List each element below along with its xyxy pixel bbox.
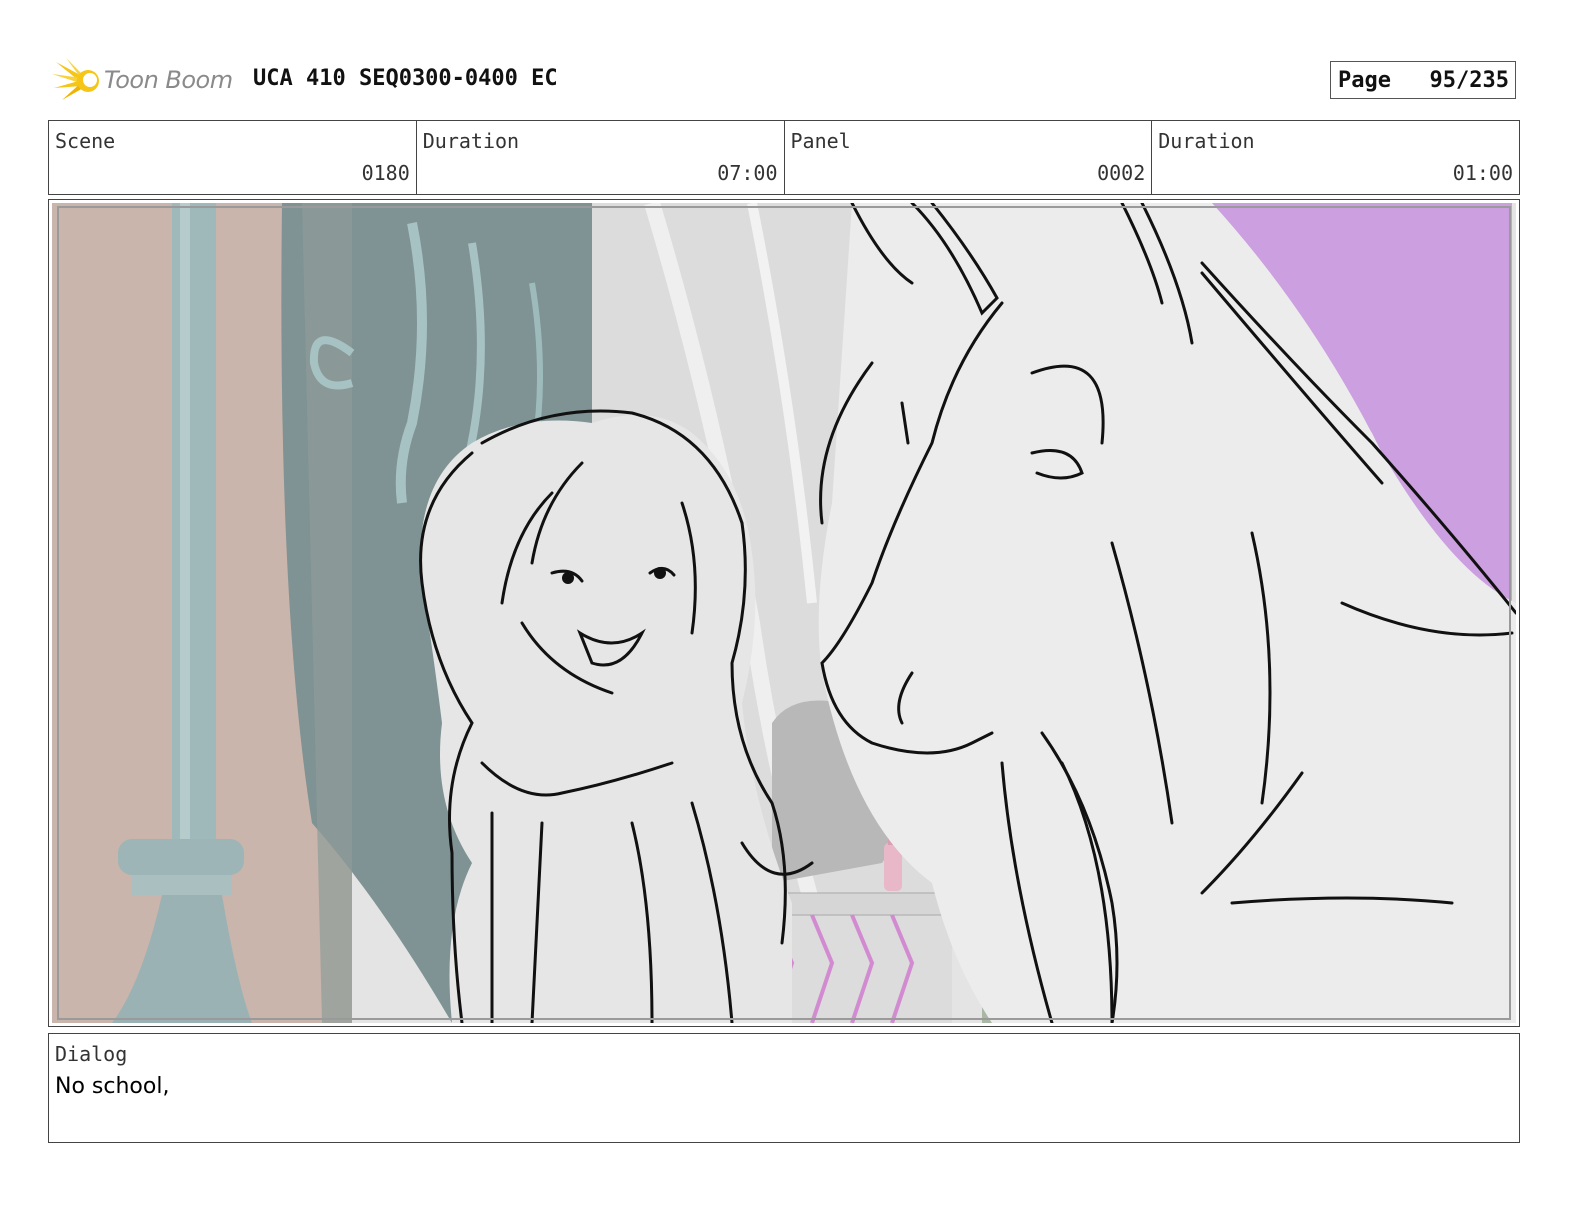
page-indicator: Page 95/235 xyxy=(1330,61,1516,99)
panel-cell: Panel 0002 xyxy=(785,121,1153,194)
dialog-text: No school, xyxy=(55,1074,170,1099)
page-header: Toon Boom UCA 410 SEQ0300-0400 EC Page 9… xyxy=(52,56,1532,104)
scene-duration-cell: Duration 07:00 xyxy=(417,121,785,194)
project-title: UCA 410 SEQ0300-0400 EC xyxy=(253,66,558,91)
toon-boom-logo: Toon Boom xyxy=(52,56,242,104)
scene-cell: Scene 0180 xyxy=(49,121,417,194)
page-number: 95/235 xyxy=(1429,67,1509,93)
page-label: Page xyxy=(1338,67,1391,93)
starburst-icon xyxy=(52,58,99,100)
panel-value: 0002 xyxy=(1097,161,1146,185)
scene-info-table: Scene 0180 Duration 07:00 Panel 0002 Dur… xyxy=(48,120,1520,195)
storyboard-panel-frame xyxy=(48,199,1520,1027)
scene-value: 0180 xyxy=(361,161,410,185)
scene-duration-value: 07:00 xyxy=(717,161,778,185)
panel-label: Panel xyxy=(790,129,851,153)
logo-text: Toon Boom xyxy=(104,66,233,94)
storyboard-drawing xyxy=(52,203,1516,1023)
panel-duration-cell: Duration 01:00 xyxy=(1152,121,1519,194)
scene-duration-label: Duration xyxy=(422,129,520,153)
panel-duration-value: 01:00 xyxy=(1452,161,1513,185)
scene-label: Scene xyxy=(55,129,116,153)
dialog-label: Dialog xyxy=(55,1042,128,1066)
dialog-box: Dialog No school, xyxy=(48,1033,1520,1143)
panel-duration-label: Duration xyxy=(1158,129,1255,153)
